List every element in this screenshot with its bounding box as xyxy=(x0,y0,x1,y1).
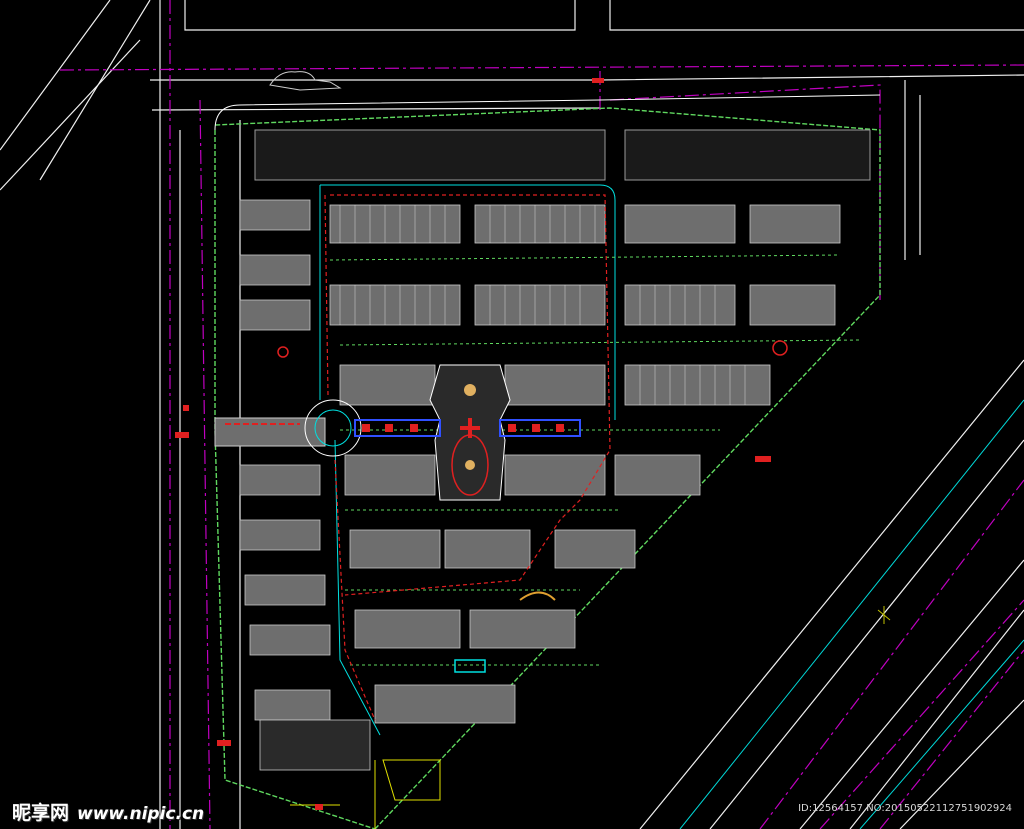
watermark-brand: 昵享网 www.nipic.cn xyxy=(12,798,204,825)
watermark-id: ID:12564157 NO:20150522112751902924 xyxy=(798,803,1012,814)
top-strip xyxy=(254,129,871,181)
watermark-url: www.nipic.cn xyxy=(77,804,205,824)
watermark-brand-name: 昵享网 xyxy=(12,802,70,824)
cad-site-plan xyxy=(0,0,1024,829)
